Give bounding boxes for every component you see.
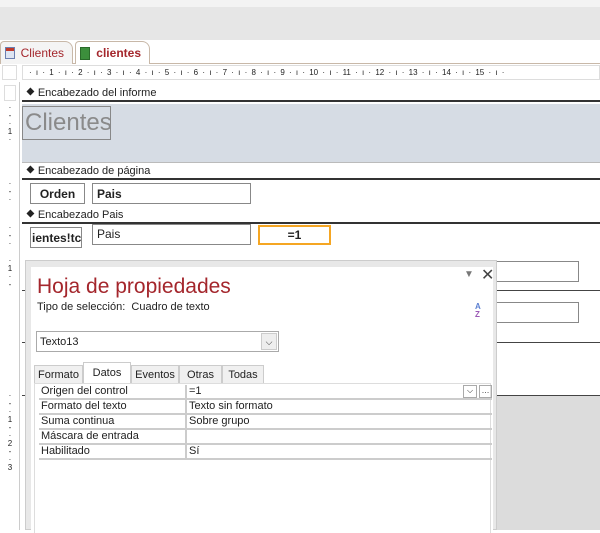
ribbon-area: [0, 0, 600, 40]
section-arrow-icon: ⯁: [26, 86, 35, 99]
property-row[interactable]: Máscara de entrada: [39, 430, 492, 445]
close-icon[interactable]: ✕: [481, 265, 494, 285]
tab-eventos[interactable]: Eventos: [131, 365, 179, 383]
selection-type: Tipo de selección: Cuadro de texto: [37, 301, 210, 313]
tab-datos[interactable]: Datos: [83, 362, 131, 383]
chevron-down-icon[interactable]: ⌵: [261, 333, 277, 350]
report-icon: [80, 46, 91, 60]
orden-label[interactable]: Orden: [30, 183, 85, 204]
builder-button[interactable]: …: [479, 385, 492, 398]
dropdown-icon[interactable]: ⌵: [463, 385, 477, 398]
section-page-header[interactable]: ⯁ Encabezado de página: [22, 164, 600, 180]
tab-formato[interactable]: Formato: [34, 365, 83, 383]
clientes-field[interactable]: ientes!tc: [30, 227, 82, 248]
property-row[interactable]: Formato del texto Texto sin formato: [39, 400, 492, 415]
property-row[interactable]: Habilitado Sí: [39, 445, 492, 460]
report-title-label[interactable]: Clientes: [22, 106, 111, 140]
object-select[interactable]: Texto13 ⌵: [36, 331, 279, 352]
tab-clientes-report[interactable]: clientes: [75, 41, 150, 64]
section-arrow-icon: ⯁: [26, 164, 35, 177]
report-background: [497, 396, 600, 530]
tab-todas[interactable]: Todas: [222, 365, 264, 383]
property-row[interactable]: Origen del control =1 ⌵…: [39, 385, 492, 400]
sort-az-icon[interactable]: AZ: [475, 303, 481, 319]
vertical-ruler: · - · 1 · · - · · - · · 1 · - · - · 1- · 2- · 3: [0, 82, 20, 530]
panel-title: Hoja de propiedades: [37, 275, 231, 298]
pais-label[interactable]: Pais: [92, 183, 251, 204]
table-icon: [5, 47, 15, 59]
document-tabs: Clientes clientes: [0, 40, 600, 64]
section-group-header[interactable]: ⯁ Encabezado Pais: [22, 208, 600, 224]
property-row[interactable]: Suma continua Sobre grupo: [39, 415, 492, 430]
tab-otras[interactable]: Otras: [179, 365, 222, 383]
ruler-corner: [2, 65, 17, 80]
horizontal-ruler: · ı · 1 · ı · 2 · ı · 3 · ı · 4 · ı · 5 …: [22, 65, 600, 80]
section-arrow-icon: ⯁: [26, 208, 35, 221]
tab-clientes-table[interactable]: Clientes: [0, 41, 73, 64]
property-sheet-panel: Hoja de propiedades ▼ ✕ Tipo de selecció…: [25, 260, 497, 533]
texto13-field-selected[interactable]: =1: [258, 225, 331, 245]
pais-field[interactable]: Pais: [92, 224, 251, 245]
section-report-header[interactable]: ⯁ Encabezado del informe: [22, 86, 600, 102]
panel-menu-icon[interactable]: ▼: [464, 269, 474, 280]
